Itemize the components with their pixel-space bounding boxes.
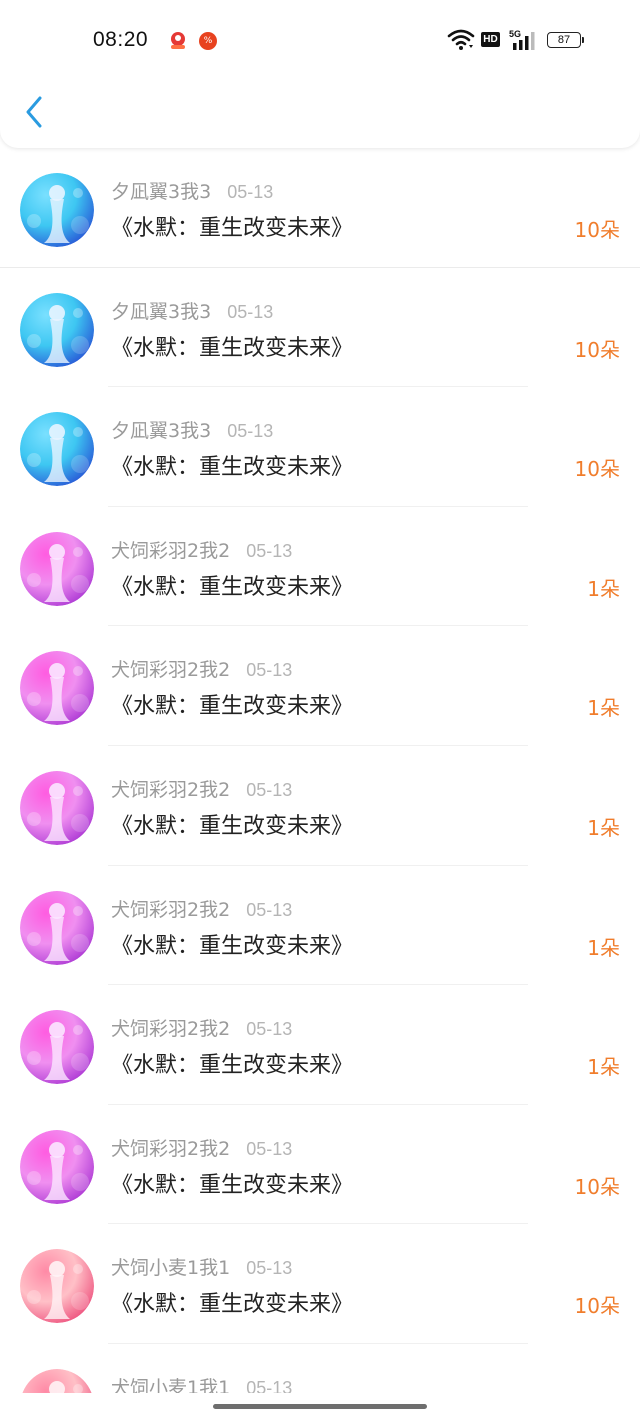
list-item[interactable]: 犬饲彩羽2我2 05-13 《水默：重生改变未来》 1朵: [0, 985, 640, 1105]
list-item[interactable]: 犬饲彩羽2我2 05-13 《水默：重生改变未来》 10朵: [0, 1105, 640, 1225]
book-title: 《水默：重生改变未来》: [111, 1053, 354, 1079]
username: 犬饲彩羽2我2: [111, 539, 231, 562]
date: 05-13: [227, 421, 274, 442]
gift-amount: 10朵: [574, 1174, 620, 1199]
list-item[interactable]: 犬饲彩羽2我2 05-13 《水默：重生改变未来》 1朵: [0, 626, 640, 746]
date: 05-13: [246, 1138, 293, 1159]
battery-icon: 87: [547, 32, 584, 48]
item-meta: 犬饲彩羽2我2 05-13: [111, 895, 293, 921]
signal-icon: 5G: [509, 29, 535, 50]
date: 05-13: [246, 660, 293, 681]
book-title: 《水默：重生改变未来》: [111, 1172, 354, 1198]
username: 夕凪翼3我3: [111, 300, 212, 323]
date: 05-13: [246, 1378, 293, 1393]
list-item[interactable]: 夕凪翼3我3 05-13 《水默：重生改变未来》 10朵: [0, 268, 640, 388]
avatar[interactable]: [20, 1369, 94, 1393]
avatar[interactable]: [20, 292, 94, 367]
username: 犬饲彩羽2我2: [111, 898, 231, 921]
avatar[interactable]: [20, 890, 94, 965]
gift-amount: 10朵: [574, 1294, 620, 1319]
date: 05-13: [246, 780, 293, 800]
back-button[interactable]: [20, 92, 50, 132]
date: 05-13: [246, 1019, 293, 1040]
book-title: 《水默：重生改变未来》: [111, 455, 354, 481]
username: 夕凪翼3我3: [111, 420, 212, 443]
date: 05-13: [246, 540, 293, 561]
date: 05-13: [246, 1258, 293, 1279]
item-meta: 犬饲彩羽2我2 05-13: [111, 775, 293, 801]
network-type-label: 5G: [509, 29, 521, 39]
app-badge-icon: [171, 32, 185, 49]
item-meta: 犬饲小麦1我1 05-13: [111, 1373, 292, 1393]
item-meta: 夕凪翼3我3 05-13: [111, 416, 274, 443]
avatar[interactable]: [20, 1249, 94, 1324]
avatar[interactable]: [20, 173, 94, 247]
top-bar: 08:20 % HD 5G 87: [0, 0, 640, 148]
list-item[interactable]: 夕凪翼3我3 05-13 《水默：重生改变未来》 10朵: [0, 387, 640, 507]
wifi-icon: [447, 29, 475, 50]
username: 夕凪翼3我3: [111, 181, 212, 203]
list-item[interactable]: 犬饲彩羽2我2 05-13 《水默：重生改变未来》 1朵: [0, 746, 640, 866]
status-time: 08:20: [93, 28, 149, 51]
gift-amount: 10朵: [574, 457, 620, 482]
app-badge-icon: %: [199, 32, 217, 50]
list-item[interactable]: 夕凪翼3我3 05-13 《水默：重生改变未来》 10朵: [0, 148, 640, 268]
username: 犬饲小麦1我1: [111, 1257, 231, 1280]
avatar[interactable]: [20, 651, 94, 726]
book-title: 《水默：重生改变未来》: [111, 335, 354, 361]
item-meta: 犬饲彩羽2我2 05-13: [111, 1014, 293, 1041]
username: 犬饲彩羽2我2: [111, 1137, 231, 1160]
gift-amount: 1朵: [587, 696, 620, 721]
home-indicator[interactable]: [213, 1404, 427, 1409]
item-meta: 犬饲彩羽2我2 05-13: [111, 536, 293, 562]
item-meta: 犬饲彩羽2我2 05-13: [111, 1134, 293, 1160]
book-title: 《水默：重生改变未来》: [111, 1292, 354, 1318]
hd-icon: HD: [481, 32, 500, 47]
gift-amount: 1朵: [587, 1055, 620, 1080]
username: 犬饲彩羽2我2: [111, 1018, 231, 1041]
list-item[interactable]: 犬饲小麦1我1 05-13 《水默：重生改变未来》 10朵: [0, 1224, 640, 1344]
gift-amount: 10朵: [574, 218, 620, 242]
username: 犬饲彩羽2我2: [111, 659, 231, 682]
list-item[interactable]: 犬饲彩羽2我2 05-13 《水默：重生改变未来》 1朵: [0, 866, 640, 986]
item-meta: 犬饲小麦1我1 05-13: [111, 1253, 293, 1280]
book-title: 《水默：重生改变未来》: [111, 216, 354, 241]
item-meta: 夕凪翼3我3 05-13: [111, 297, 274, 323]
book-title: 《水默：重生改变未来》: [111, 933, 354, 959]
username: 犬饲彩羽2我2: [111, 779, 231, 801]
book-title: 《水默：重生改变未来》: [111, 694, 354, 720]
book-title: 《水默：重生改变未来》: [111, 814, 354, 839]
battery-level: 87: [547, 32, 581, 48]
item-meta: 夕凪翼3我3 05-13: [111, 177, 274, 203]
avatar[interactable]: [20, 771, 94, 845]
date: 05-13: [227, 182, 274, 202]
book-title: 《水默：重生改变未来》: [111, 574, 354, 600]
list-item[interactable]: 犬饲彩羽2我2 05-13 《水默：重生改变未来》 1朵: [0, 507, 640, 627]
gift-amount: 10朵: [574, 337, 620, 362]
avatar[interactable]: [20, 1010, 94, 1085]
gift-amount: 1朵: [587, 935, 620, 960]
date: 05-13: [227, 301, 274, 322]
avatar[interactable]: [20, 1129, 94, 1204]
username: 犬饲小麦1我1: [111, 1377, 231, 1393]
gift-record-list[interactable]: 夕凪翼3我3 05-13 《水默：重生改变未来》 10朵 夕凪翼3我3 05-13 《水默：…: [0, 148, 640, 1393]
gift-amount: 1朵: [587, 576, 620, 601]
item-meta: 犬饲彩羽2我2 05-13: [111, 655, 293, 682]
avatar[interactable]: [20, 412, 94, 487]
avatar[interactable]: [20, 531, 94, 606]
gift-amount: 1朵: [587, 816, 620, 840]
chevron-left-icon: [26, 96, 42, 128]
list-item[interactable]: 犬饲小麦1我1 05-13: [0, 1344, 640, 1393]
date: 05-13: [246, 899, 293, 920]
